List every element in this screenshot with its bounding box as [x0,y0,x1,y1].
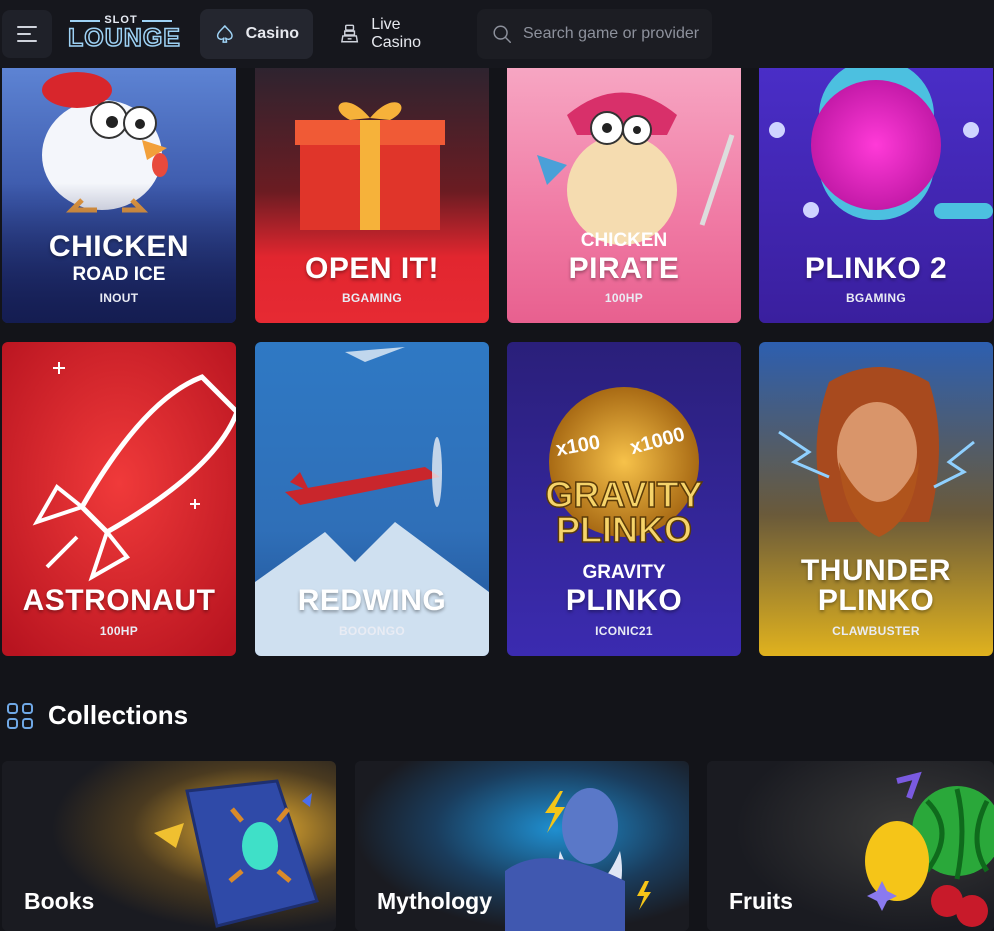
game-provider: BGAMING [341,291,403,305]
game-title: OPEN IT! [304,252,439,285]
game-card-plinko-2[interactable]: PLINKO 2 BGAMING [759,60,993,323]
section-title: Collections [48,700,189,730]
game-card-redwing[interactable]: REDWING BOOONGO [255,342,489,656]
spade-icon [216,25,233,43]
hamburger-line [17,26,37,28]
game-title: THUNDER [800,554,952,587]
game-provider: BGAMING [845,291,907,305]
game-provider: 100HP [604,291,644,305]
search-input[interactable] [523,25,703,43]
site-logo[interactable]: SLOT LOUNGE [67,14,181,54]
game-title: REDWING [297,584,447,617]
hamburger-line [17,40,37,42]
menu-button[interactable] [2,10,52,58]
tab-casino-label: Casino [245,25,299,42]
collection-card-books[interactable]: Books [2,761,336,931]
tab-live-casino-label: Live Casino [371,16,421,51]
grid-icon [7,702,33,729]
game-title: PLINKO 2 [804,252,948,285]
dealer-icon [341,24,359,43]
collection-label: Fruits [729,888,793,914]
game-subtitle: PLINKO [817,584,935,617]
game-title-small: GRAVITY [582,562,666,583]
collection-card-fruits[interactable]: Fruits [707,761,994,931]
game-card-astronaut[interactable]: ASTRONAUT 100HP [2,342,236,656]
game-card-chicken-road-ice[interactable]: CHICKEN ROAD ICE INOUT [2,60,236,323]
hamburger-line [17,33,31,35]
art-text-plinko: PLINKO [556,509,692,550]
game-provider: INOUT [99,291,139,305]
game-provider: ICONIC21 [595,624,653,638]
game-title: ASTRONAUT [22,584,216,617]
game-provider: BOOONGO [338,624,406,638]
game-card-thunder-plinko[interactable]: THUNDER PLINKO CLAWBUSTER [759,342,993,656]
game-card-open-it[interactable]: OPEN IT! BGAMING [255,60,489,323]
tab-live-casino[interactable]: Live Casino [324,9,466,59]
game-title-small: CHICKEN [580,230,668,251]
search-box[interactable] [477,9,712,59]
collection-label: Books [24,888,95,914]
logo-main-text: LOUNGE [67,23,181,53]
game-provider: 100HP [99,624,139,638]
collection-label: Mythology [377,888,492,914]
game-title: PLINKO [565,584,683,617]
top-bar: SLOT LOUNGE Casino Live Casino [0,0,994,68]
search-icon [493,25,511,43]
game-title: PIRATE [568,252,680,285]
game-card-chicken-pirate[interactable]: CHICKEN PIRATE 100HP [507,60,741,323]
game-provider: CLAWBUSTER [832,624,920,638]
tab-casino[interactable]: Casino [200,9,313,59]
game-title: CHICKEN [48,230,190,263]
collections-header: Collections [6,700,188,731]
game-subtitle: ROAD ICE [72,264,166,285]
collection-card-mythology[interactable]: Mythology [355,761,689,931]
game-card-gravity-plinko[interactable]: GRAVITY PLINKO x100 x1000 GRAVITY PLINKO… [507,342,741,656]
